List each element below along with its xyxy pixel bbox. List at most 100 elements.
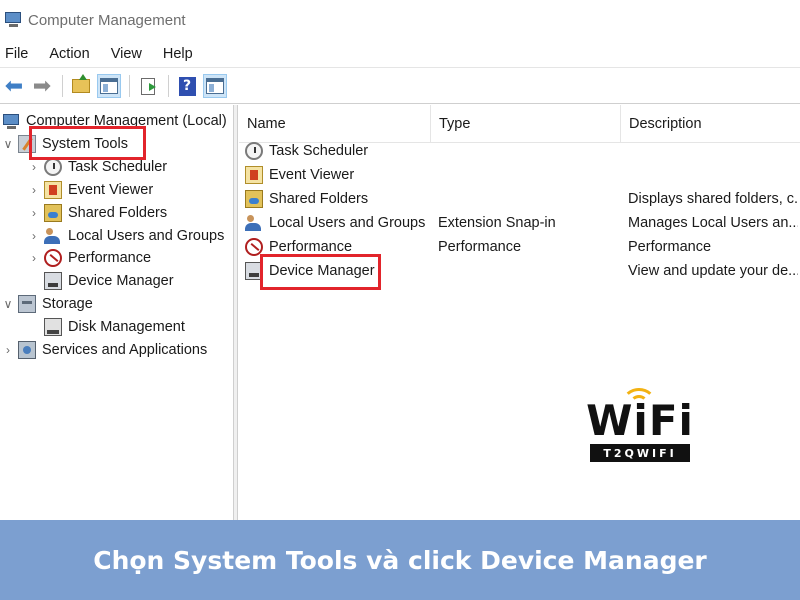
column-header-type[interactable]: Type (431, 105, 621, 143)
services-icon (18, 341, 36, 359)
clock-icon (44, 158, 62, 176)
chevron-right-icon[interactable]: › (28, 160, 40, 174)
tree-item-device-manager[interactable]: Device Manager (44, 270, 174, 292)
tree-item-label: Local Users and Groups (68, 228, 225, 244)
up-folder-icon (72, 74, 90, 93)
chevron-down-icon[interactable]: ∨ (2, 137, 14, 151)
menu-action[interactable]: Action (48, 44, 90, 64)
list-item-type (438, 163, 621, 187)
list-item-description (628, 139, 798, 163)
storage-icon (18, 295, 36, 313)
caption-text: Chọn System Tools và click Device Manage… (93, 545, 707, 575)
up-one-level-button[interactable] (69, 74, 93, 98)
disk-icon (44, 318, 62, 336)
pane-splitter[interactable] (234, 105, 238, 520)
computer-management-icon (4, 10, 24, 30)
tree-item-label: Device Manager (68, 273, 174, 289)
list-item-type: Extension Snap-in (438, 215, 556, 231)
list-item[interactable]: Shared Folders Displays shared folders, … (239, 187, 800, 211)
list-item-type (438, 139, 621, 163)
menu-help[interactable]: Help (162, 44, 194, 64)
event-viewer-icon (44, 181, 62, 199)
show-hide-console-tree-button[interactable] (97, 74, 121, 98)
toolbar-separator (129, 75, 130, 97)
list-item-description: Performance (628, 239, 712, 255)
export-list-icon (141, 77, 156, 95)
caption-banner: Chọn System Tools và click Device Manage… (0, 520, 800, 600)
users-icon (44, 227, 62, 245)
list-item[interactable]: Local Users and Groups Extension Snap-in… (239, 211, 800, 235)
device-manager-icon (44, 272, 62, 290)
users-icon (245, 214, 263, 232)
tree-item-shared-folders[interactable]: › Shared Folders (28, 202, 167, 224)
logo-word: WiFi (586, 396, 694, 445)
chevron-right-icon[interactable]: › (28, 206, 40, 220)
list-item-description: Displays shared folders, c... (628, 191, 798, 207)
tree-item-local-users-groups[interactable]: › Local Users and Groups (28, 225, 224, 247)
tree-item-services-apps[interactable]: › Services and Applications (2, 339, 207, 361)
tree-item-disk-management[interactable]: Disk Management (44, 316, 185, 338)
menu-view[interactable]: View (110, 44, 143, 64)
show-hide-action-pane-button[interactable] (203, 74, 227, 98)
column-header-description[interactable]: Description (621, 105, 800, 143)
chevron-right-icon[interactable]: › (28, 183, 40, 197)
computer-icon (2, 112, 20, 130)
list-item-name: Performance (269, 239, 353, 255)
chevron-right-icon[interactable]: › (2, 343, 14, 357)
menu-bar: File Action View Help (0, 40, 800, 68)
help-icon: ? (178, 76, 196, 96)
tree-item-label: Shared Folders (68, 205, 168, 221)
toolbar-separator (62, 75, 63, 97)
tree-item-label: Performance (68, 250, 152, 266)
shared-folder-icon (245, 190, 263, 208)
tree-item-label: Task Scheduler (68, 159, 168, 175)
list-item-name: Shared Folders (269, 191, 369, 207)
list-item-type (438, 259, 621, 283)
chevron-right-icon[interactable]: › (28, 251, 40, 265)
details-list: Name Type Description Task Scheduler Eve… (239, 105, 800, 520)
forward-arrow-icon: ➡ (32, 73, 52, 98)
highlight-box-system-tools (29, 126, 146, 160)
help-button[interactable]: ? (175, 74, 199, 98)
list-item-description: View and update your de... (628, 263, 798, 279)
list-item-description: Manages Local Users an... (628, 215, 798, 231)
list-item[interactable]: Event Viewer (239, 163, 800, 187)
performance-icon (44, 249, 62, 267)
tree-item-label: Event Viewer (68, 182, 154, 198)
back-button[interactable]: ⬅ (2, 74, 26, 98)
title-bar: Computer Management (0, 0, 800, 40)
tree-item-label: Disk Management (68, 319, 185, 335)
export-list-button[interactable] (136, 74, 160, 98)
list-item-description (628, 163, 798, 187)
forward-button[interactable]: ➡ (30, 74, 54, 98)
toolbar-separator (168, 75, 169, 97)
menu-file[interactable]: File (4, 44, 29, 64)
list-header: Name Type Description (239, 105, 800, 143)
tree-item-label: Storage (42, 296, 93, 312)
list-item-name: Event Viewer (269, 167, 355, 183)
show-hide-action-pane-icon (206, 78, 224, 94)
list-item[interactable]: Task Scheduler (239, 139, 800, 163)
list-item-type: Performance (438, 239, 522, 255)
shared-folder-icon (44, 204, 62, 222)
logo-subtitle: T2QWIFI (590, 444, 690, 462)
show-hide-tree-icon (100, 78, 118, 94)
list-item-type (438, 187, 621, 211)
list-item-name: Local Users and Groups (269, 215, 426, 231)
console-tree: Computer Management (Local) ∨ System Too… (0, 105, 234, 520)
tree-item-performance[interactable]: › Performance (28, 247, 151, 269)
chevron-right-icon[interactable]: › (28, 229, 40, 243)
tree-item-storage[interactable]: ∨ Storage (2, 293, 93, 315)
tree-item-label: Services and Applications (42, 342, 208, 358)
event-viewer-icon (245, 166, 263, 184)
highlight-box-device-manager (260, 254, 381, 290)
brand-logo: WiFi T2QWIFI (582, 388, 698, 464)
clock-icon (245, 142, 263, 160)
back-arrow-icon: ⬅ (4, 73, 24, 98)
column-header-name[interactable]: Name (239, 105, 431, 143)
tree-item-event-viewer[interactable]: › Event Viewer (28, 179, 153, 201)
chevron-down-icon[interactable]: ∨ (2, 297, 14, 311)
window-title: Computer Management (28, 11, 186, 29)
list-item-name: Task Scheduler (269, 143, 369, 159)
toolbar: ⬅ ➡ ? (0, 69, 800, 104)
